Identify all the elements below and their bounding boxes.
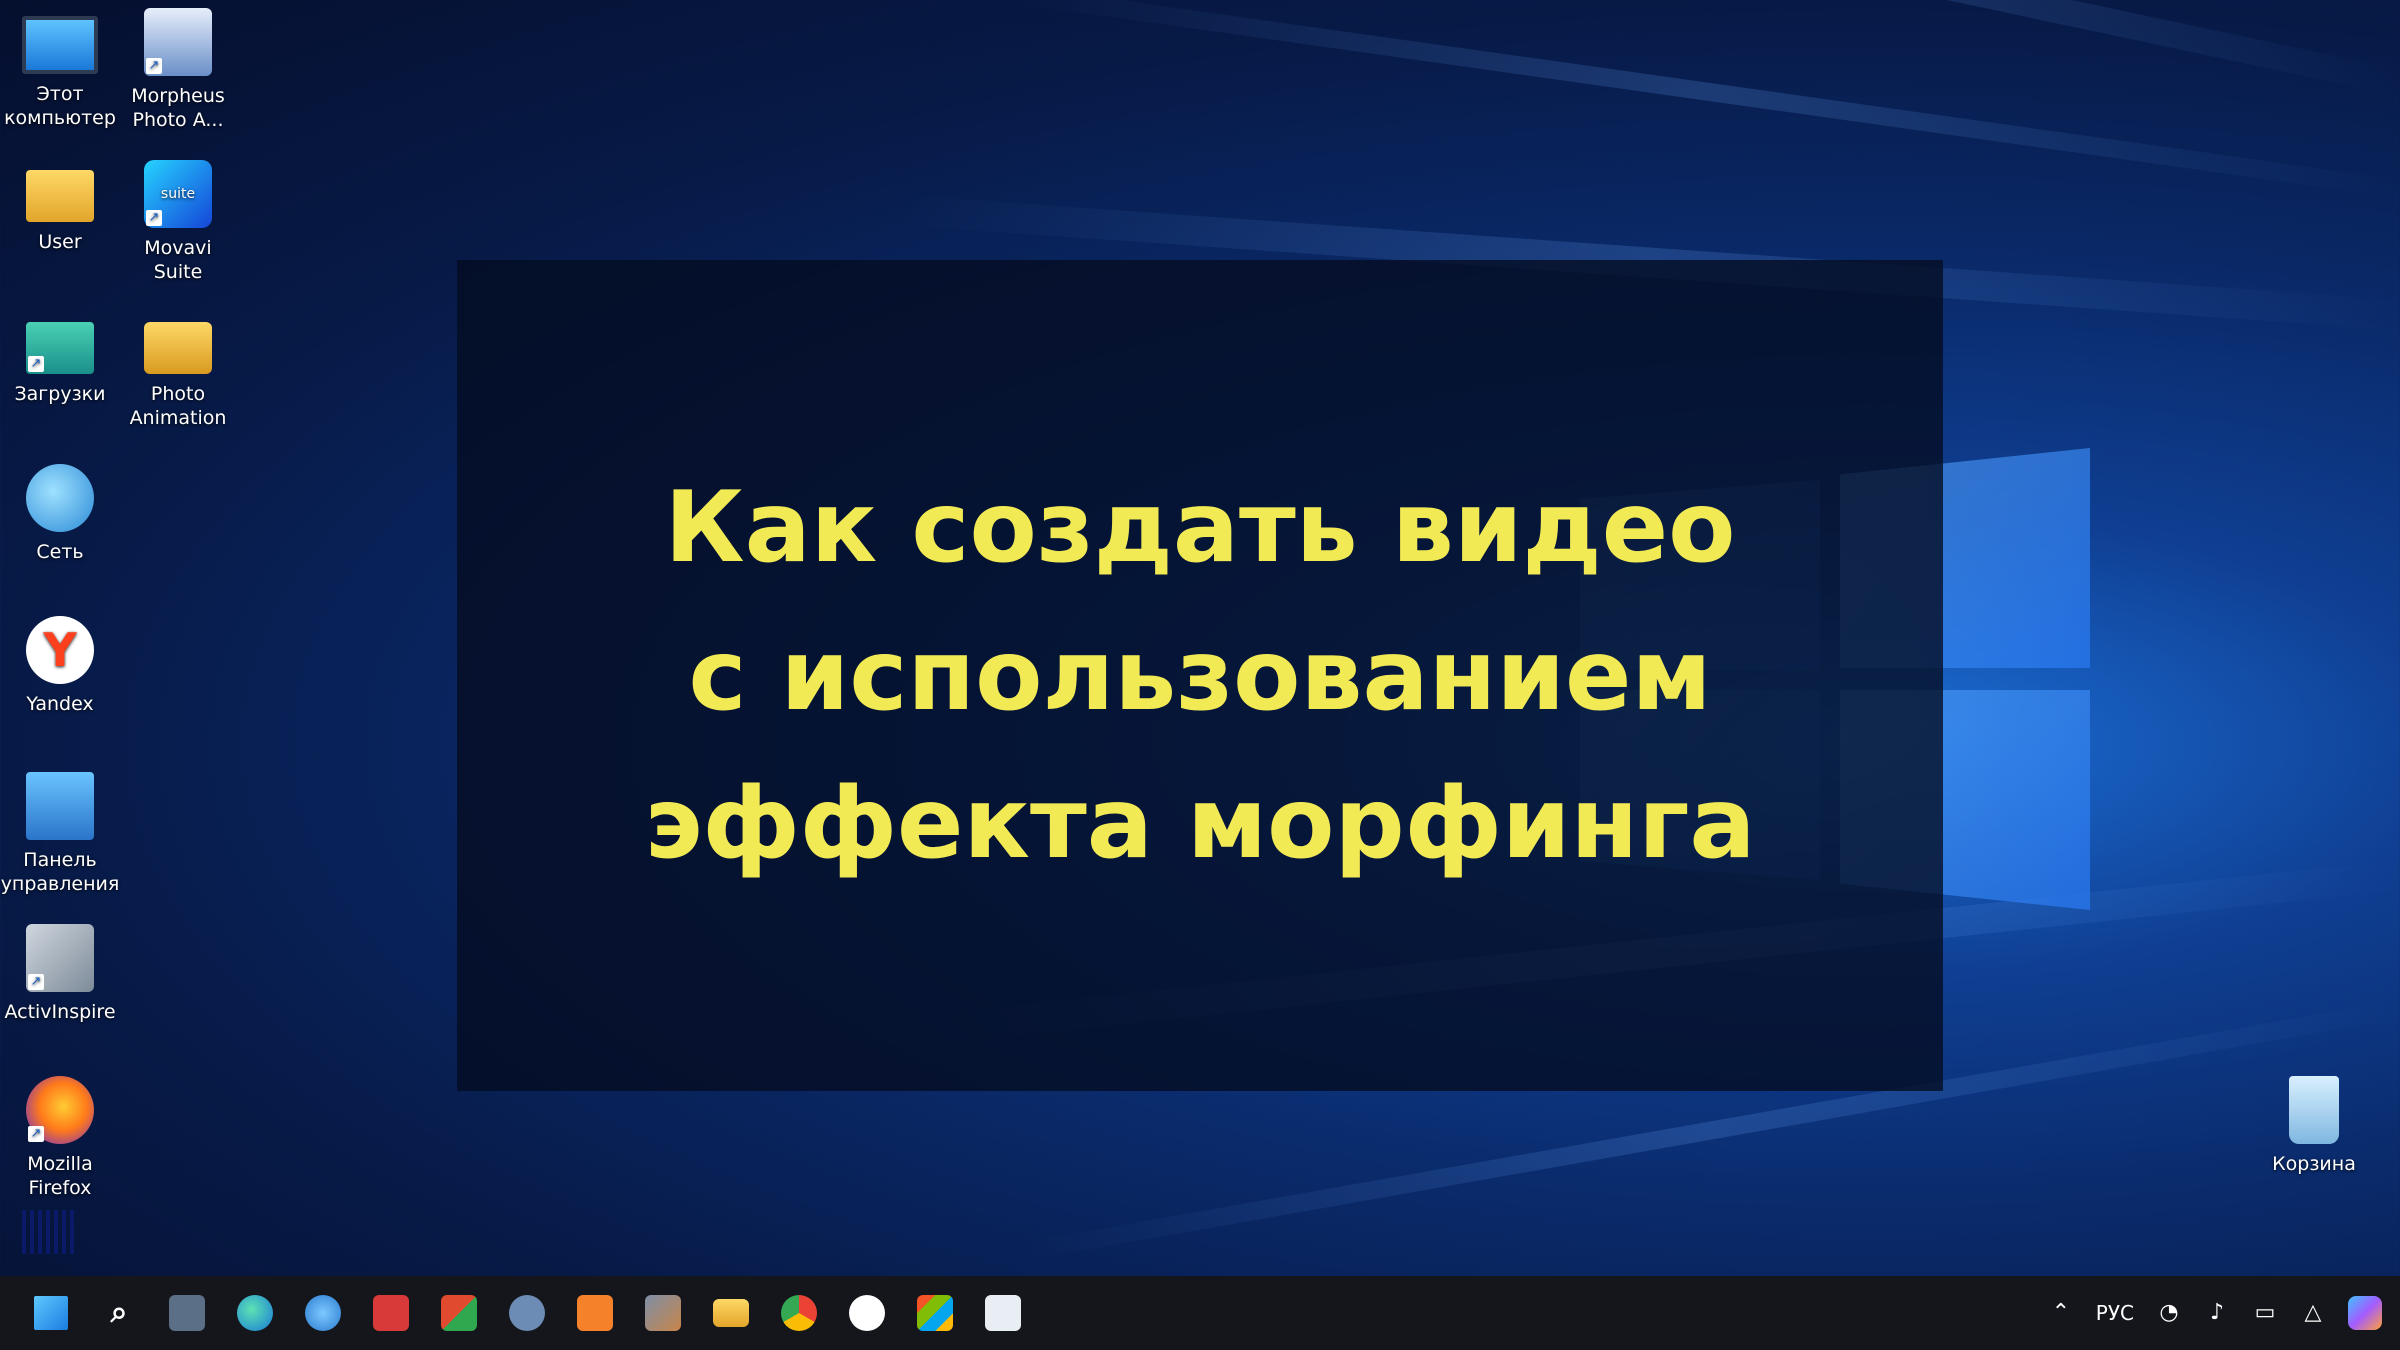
activinspire-icon: ↗: [26, 924, 94, 992]
recycle-bin-icon: [2289, 1076, 2339, 1144]
xampp-icon: [577, 1295, 613, 1331]
overlay-title-line: с использованием: [644, 602, 1755, 750]
system-tray: ⌃ РУС ◔ ♪ ▭ △: [2026, 1276, 2382, 1350]
icon-label: Mozilla: [0, 1152, 120, 1176]
desktop-icon-morpheus[interactable]: ↗ Morpheus Photo A...: [118, 8, 238, 132]
icon-label: Photo: [118, 382, 238, 406]
notepad-icon: [985, 1295, 1021, 1331]
desktop-icon-user[interactable]: User: [0, 160, 120, 254]
shortcut-arrow-icon: ↗: [28, 974, 44, 990]
edge-icon: [237, 1295, 273, 1331]
office-icon: [441, 1295, 477, 1331]
icon-label: Morpheus: [118, 84, 238, 108]
barcode-image: [22, 1210, 78, 1254]
taskbar-file-explorer[interactable]: [702, 1284, 760, 1342]
taskbar-settings[interactable]: [498, 1284, 556, 1342]
control-panel-icon: [26, 772, 94, 840]
movavi-suite-icon: suite↗: [144, 160, 212, 228]
desktop-icon-movavi[interactable]: suite↗ Movavi Suite: [118, 160, 238, 284]
taskbar-app[interactable]: [634, 1284, 692, 1342]
shortcut-arrow-icon: ↗: [146, 210, 162, 226]
taskbar-reader[interactable]: [362, 1284, 420, 1342]
title-overlay: Как создать видео с использованием эффек…: [457, 260, 1943, 1091]
yandex-browser-icon: Y: [26, 616, 94, 684]
file-explorer-icon: [713, 1299, 749, 1327]
search-button[interactable]: ⌕: [90, 1284, 148, 1342]
desktop-icon-downloads[interactable]: ↗ Загрузки: [0, 312, 120, 406]
icon-label: Корзина: [2254, 1152, 2374, 1176]
taskbar-calculator[interactable]: [158, 1284, 216, 1342]
start-button[interactable]: [22, 1284, 80, 1342]
chevron-up-icon[interactable]: ⌃: [2048, 1300, 2074, 1326]
desktop-icon-activinspire[interactable]: ↗ ActivInspire: [0, 924, 120, 1024]
taskbar-yandex[interactable]: [838, 1284, 896, 1342]
shortcut-arrow-icon: ↗: [28, 1126, 44, 1142]
taskbar-chrome[interactable]: [770, 1284, 828, 1342]
icon-label: Загрузки: [0, 382, 120, 406]
app-icon: [645, 1295, 681, 1331]
yandex-icon: [849, 1295, 885, 1331]
computer-icon: [22, 16, 98, 74]
desktop-icon-this-pc[interactable]: Этот компьютер: [0, 8, 120, 130]
icon-label: Firefox: [0, 1176, 120, 1200]
user-folder-icon: [26, 170, 94, 222]
icon-label: Сеть: [0, 540, 120, 564]
shortcut-arrow-icon: ↗: [146, 58, 162, 74]
taskbar-ie[interactable]: [294, 1284, 352, 1342]
overlay-title-line: эффекта морфинга: [644, 750, 1755, 898]
icon-label: Animation: [118, 406, 238, 430]
reader-icon: [373, 1295, 409, 1331]
settings-icon: [509, 1295, 545, 1331]
ie-icon: [305, 1295, 341, 1331]
taskbar-edge[interactable]: [226, 1284, 284, 1342]
desktop-icon-yandex[interactable]: Y Yandex: [0, 616, 120, 716]
language-indicator[interactable]: РУС: [2096, 1301, 2134, 1325]
start-icon: [34, 1296, 68, 1330]
calculator-icon: [169, 1295, 205, 1331]
taskbar: ⌕ ⌃ РУС ◔ ♪ ▭ △: [0, 1276, 2400, 1350]
firefox-icon: ↗: [26, 1076, 94, 1144]
store-icon: [917, 1295, 953, 1331]
icon-label: Этот: [0, 82, 120, 106]
desktop-icon-network[interactable]: Сеть: [0, 464, 120, 564]
taskbar-office[interactable]: [430, 1284, 488, 1342]
taskbar-xampp[interactable]: [566, 1284, 624, 1342]
morpheus-app-icon: ↗: [144, 8, 212, 76]
photo-animation-folder-icon: [144, 322, 212, 374]
chrome-icon: [781, 1295, 817, 1331]
desktop-icon-firefox[interactable]: ↗ Mozilla Firefox: [0, 1076, 120, 1200]
overlay-title-line: Как создать видео: [644, 454, 1755, 602]
search-icon: ⌕: [101, 1295, 137, 1331]
taskbar-notepad[interactable]: [974, 1284, 1032, 1342]
wifi-icon[interactable]: ◔: [2156, 1300, 2182, 1326]
network-icon: [26, 464, 94, 532]
icon-label: User: [0, 230, 120, 254]
icon-label: Photo A...: [118, 108, 238, 132]
battery-icon[interactable]: ▭: [2252, 1300, 2278, 1326]
taskbar-store[interactable]: [906, 1284, 964, 1342]
icon-label: Панель: [0, 848, 120, 872]
icon-label: управления: [0, 872, 120, 896]
icon-label: компьютер: [0, 106, 120, 130]
copilot-icon[interactable]: [2348, 1296, 2382, 1330]
icon-label: Movavi Suite: [118, 236, 238, 284]
volume-icon[interactable]: ♪: [2204, 1300, 2230, 1326]
downloads-folder-icon: ↗: [26, 322, 94, 374]
desktop-icon-control-panel[interactable]: Панель управления: [0, 772, 120, 896]
icon-label: Yandex: [0, 692, 120, 716]
desktop-icon-photo-animation[interactable]: Photo Animation: [118, 312, 238, 430]
icon-label: ActivInspire: [0, 1000, 120, 1024]
shortcut-arrow-icon: ↗: [28, 356, 44, 372]
overlay-title: Как создать видео с использованием эффек…: [644, 454, 1755, 898]
notification-icon[interactable]: △: [2300, 1300, 2326, 1326]
desktop-icon-recycle-bin[interactable]: Корзина: [2254, 1076, 2374, 1176]
